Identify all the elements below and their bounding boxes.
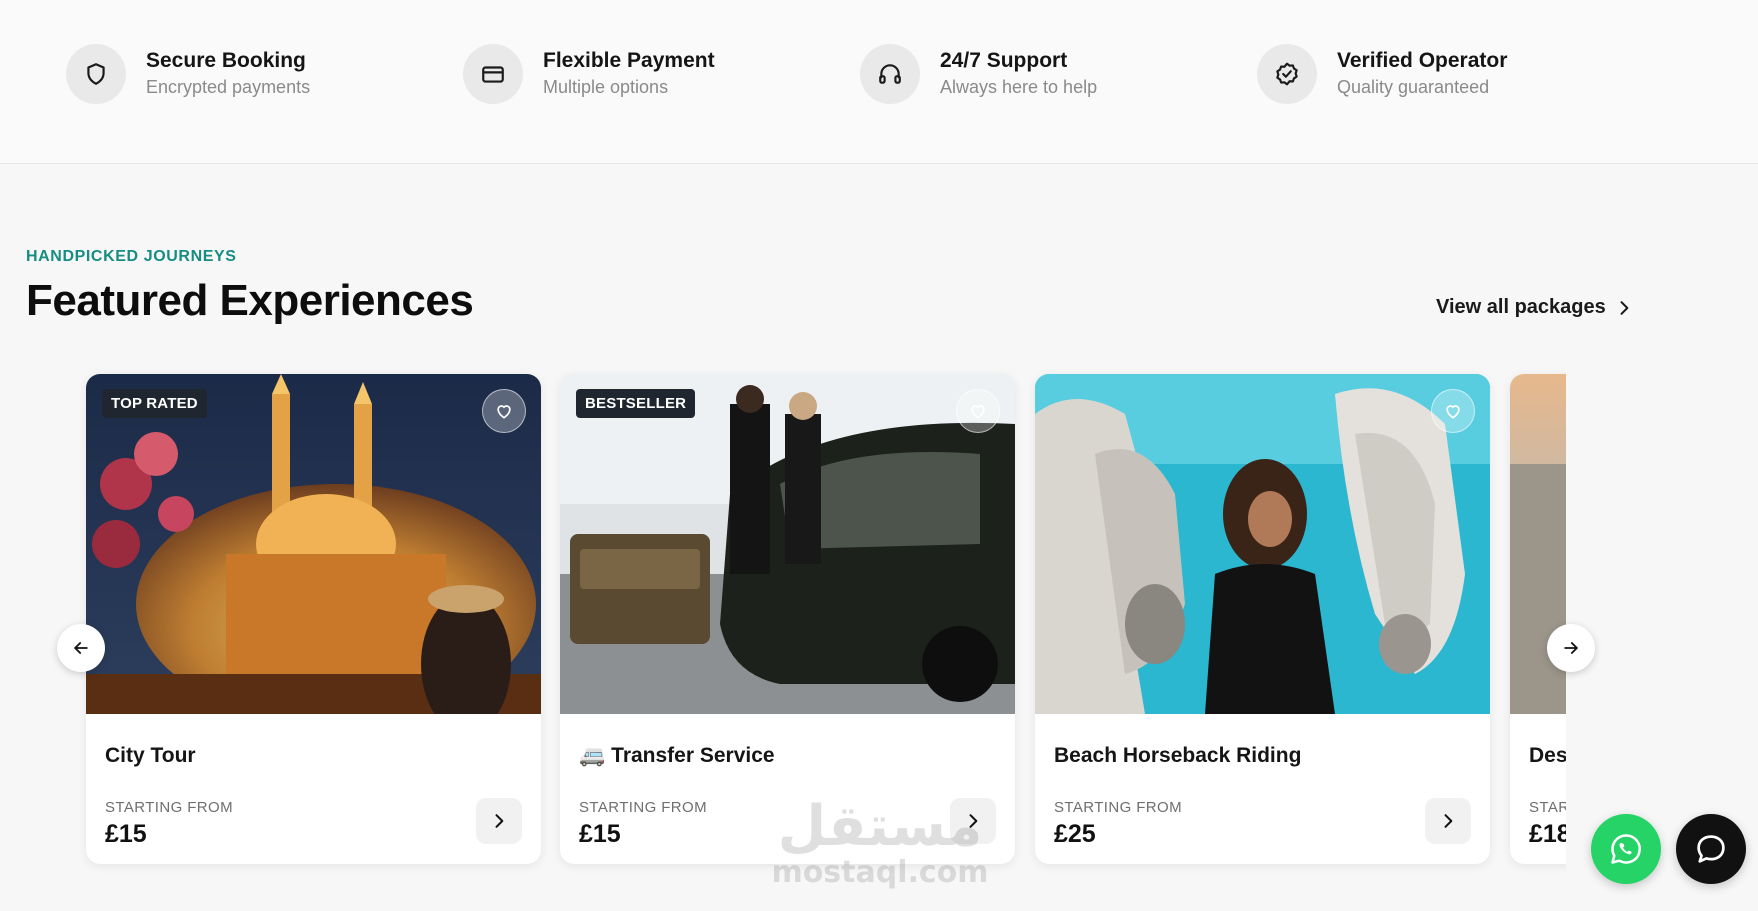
chevron-right-icon (1620, 300, 1629, 315)
trust-title: Flexible Payment (543, 49, 715, 72)
heart-icon (971, 405, 985, 419)
favorite-button[interactable] (956, 389, 1000, 433)
trust-title: Verified Operator (1337, 49, 1508, 72)
card-price: £15 (105, 820, 147, 848)
card-title-text: Des (1529, 744, 1566, 767)
starting-from-label: STAR (1529, 799, 1566, 816)
arrow-left-icon (74, 642, 88, 654)
experience-card-transfer-service[interactable]: BESTSELLER 🚐 Transfer Service STARTING FR… (560, 374, 1015, 864)
trust-title: 24/7 Support (940, 49, 1068, 72)
starting-from-label: STARTING FROM (579, 799, 707, 816)
experience-card-city-tour[interactable]: TOP RATED City Tour STARTING FROM £15 (86, 374, 541, 864)
starting-from-label: STARTING FROM (105, 799, 233, 816)
trust-item-flexible-payment: Flexible Payment Multiple options (463, 44, 715, 104)
view-all-label: View all packages (1436, 296, 1606, 318)
whatsapp-icon (1611, 834, 1641, 864)
chevron-right-icon (495, 814, 504, 828)
card-title-text: City Tour (105, 744, 196, 767)
card-price: £15 (579, 820, 621, 848)
shield-icon (66, 44, 126, 104)
trust-subtitle: Always here to help (940, 77, 1098, 97)
starting-from-label: STARTING FROM (1054, 799, 1182, 816)
carousel-next-button[interactable] (1547, 624, 1595, 672)
credit-card-icon (463, 44, 523, 104)
card-details-button[interactable] (1425, 798, 1471, 844)
heart-icon (1446, 405, 1460, 419)
experience-card-beach-horseback-riding[interactable]: Beach Horseback Riding STARTING FROM £25 (1035, 374, 1490, 864)
heart-icon (497, 405, 511, 419)
trust-item-secure-booking: Secure Booking Encrypted payments (66, 44, 310, 104)
trust-subtitle: Encrypted payments (146, 77, 311, 97)
card-badge: TOP RATED (102, 389, 207, 418)
card-image: TOP RATED (86, 374, 541, 714)
view-all-packages-link[interactable]: View all packages (1436, 296, 1634, 319)
trust-item-support: 24/7 Support Always here to help (860, 44, 1097, 104)
chat-button[interactable] (1676, 814, 1746, 884)
headphones-icon (860, 44, 920, 104)
card-body: Beach Horseback Riding STARTING FROM £25 (1054, 714, 1471, 864)
verified-badge-icon (1257, 44, 1317, 104)
card-title: City Tour (105, 744, 196, 768)
card-title: 🚐 Transfer Service (579, 744, 775, 768)
card-price: £18 (1529, 820, 1566, 848)
chevron-right-icon (1444, 814, 1453, 828)
trust-subtitle: Multiple options (543, 77, 669, 97)
card-image (1035, 374, 1490, 714)
whatsapp-button[interactable] (1591, 814, 1661, 884)
favorite-button[interactable] (1431, 389, 1475, 433)
card-details-button[interactable] (476, 798, 522, 844)
carousel-prev-button[interactable] (57, 624, 105, 672)
trust-subtitle: Quality guaranteed (1337, 77, 1490, 97)
card-body: 🚐 Transfer Service STARTING FROM £15 (579, 714, 996, 864)
trust-bar: Secure Booking Encrypted payments Flexib… (0, 0, 1758, 164)
favorite-button[interactable] (482, 389, 526, 433)
card-details-button[interactable] (950, 798, 996, 844)
section-eyebrow: HANDPICKED JOURNEYS (26, 248, 237, 265)
card-title: Des (1529, 744, 1566, 768)
card-title-text: Transfer Service (611, 744, 775, 767)
card-title: Beach Horseback Riding (1054, 744, 1301, 768)
card-badge: BESTSELLER (576, 389, 696, 418)
card-body: Des STAR £18 (1529, 714, 1566, 864)
trust-item-verified-operator: Verified Operator Quality guaranteed (1257, 44, 1507, 104)
experiences-carousel: TOP RATED City Tour STARTING FROM £15 BE… (80, 368, 1566, 880)
arrow-right-icon (1564, 642, 1578, 654)
card-image: BESTSELLER (560, 374, 1015, 714)
card-title-text: Beach Horseback Riding (1054, 744, 1302, 767)
section-title: Featured Experiences (26, 276, 474, 325)
trust-title: Secure Booking (146, 49, 306, 72)
experience-card-partial[interactable]: Des STAR £18 (1510, 374, 1566, 864)
van-icon: 🚐 (579, 744, 606, 767)
chevron-right-icon (969, 814, 978, 828)
card-price: £25 (1054, 820, 1096, 848)
chat-bubble-icon (1697, 835, 1725, 863)
card-body: City Tour STARTING FROM £15 (105, 714, 522, 864)
